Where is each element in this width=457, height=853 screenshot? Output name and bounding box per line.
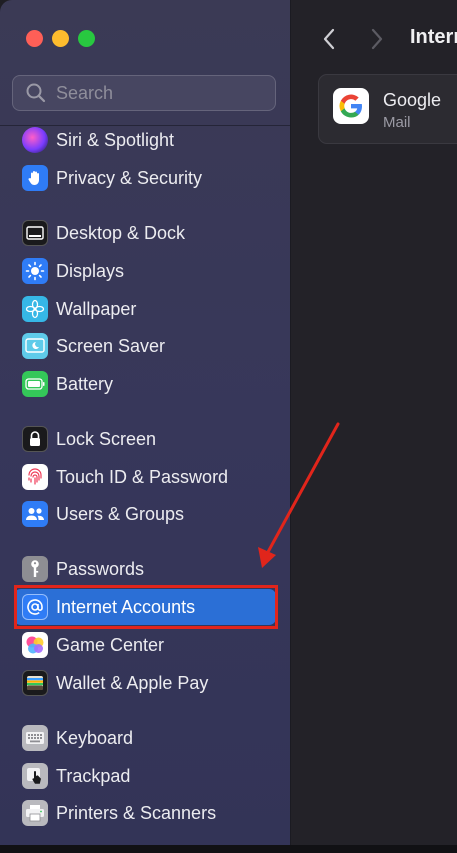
system-settings-window: Siri & Spotlight Privacy & Security Desk…	[0, 0, 457, 845]
sidebar-item-touch-id-password[interactable]: Touch ID & Password	[14, 459, 276, 495]
forward-button[interactable]	[364, 24, 390, 54]
printer-icon	[22, 800, 48, 826]
sidebar-item-label: Printers & Scanners	[56, 802, 217, 823]
sidebar-item-displays[interactable]: Displays	[14, 253, 276, 289]
minimize-window-button[interactable]	[52, 30, 69, 47]
battery-icon	[22, 371, 48, 397]
sidebar-item-battery[interactable]: Battery	[14, 366, 276, 402]
dock-icon	[22, 220, 48, 246]
fingerprint-icon	[22, 464, 48, 490]
bottom-edge	[0, 845, 457, 853]
sidebar-item-game-center[interactable]: Game Center	[14, 627, 276, 663]
trackpad-icon	[22, 763, 48, 789]
window-controls	[26, 30, 95, 47]
flower-icon	[22, 296, 48, 322]
sidebar-item-passwords[interactable]: Passwords	[14, 551, 276, 587]
account-detail: Mail	[383, 114, 411, 131]
account-name: Google	[383, 90, 442, 110]
annotation-highlight-box	[14, 585, 278, 629]
chevron-left-icon	[323, 28, 335, 50]
sidebar: Siri & Spotlight Privacy & Security Desk…	[0, 0, 291, 845]
sidebar-item-wallet-apple-pay[interactable]: Wallet & Apple Pay	[14, 665, 276, 701]
search-input[interactable]	[56, 82, 256, 104]
users-icon	[22, 501, 48, 527]
back-button[interactable]	[316, 24, 342, 54]
lock-icon	[22, 426, 48, 452]
sidebar-item-label: Users & Groups	[56, 503, 185, 524]
hand-icon	[22, 165, 48, 191]
close-window-button[interactable]	[26, 30, 43, 47]
sidebar-item-trackpad[interactable]: Trackpad	[14, 758, 276, 794]
sidebar-item-label: Lock Screen	[56, 428, 157, 449]
screensaver-icon	[22, 333, 48, 359]
sun-icon	[22, 258, 48, 284]
sidebar-item-label: Displays	[56, 260, 125, 281]
sidebar-item-label: Passwords	[56, 558, 145, 579]
search-icon	[26, 83, 46, 103]
sidebar-item-label: Desktop & Dock	[56, 222, 186, 243]
chevron-right-icon	[371, 28, 383, 50]
sidebar-item-label: Siri & Spotlight	[56, 129, 175, 150]
sidebar-item-screen-saver[interactable]: Screen Saver	[14, 328, 276, 364]
sidebar-item-desktop-dock[interactable]: Desktop & Dock	[14, 215, 276, 251]
google-icon	[333, 88, 369, 124]
sidebar-item-label: Keyboard	[56, 727, 134, 748]
sidebar-item-privacy-security[interactable]: Privacy & Security	[14, 160, 276, 196]
page-title: Intern	[410, 26, 457, 48]
sidebar-item-label: Touch ID & Password	[56, 466, 229, 487]
sidebar-item-label: Wallpaper	[56, 298, 137, 319]
sidebar-item-printers-scanners[interactable]: Printers & Scanners	[14, 795, 276, 831]
sidebar-item-label: Trackpad	[56, 765, 131, 786]
siri-icon	[22, 127, 48, 153]
sidebar-item-users-groups[interactable]: Users & Groups	[14, 496, 276, 532]
sidebar-item-label: Screen Saver	[56, 335, 166, 356]
sidebar-item-wallpaper[interactable]: Wallpaper	[14, 291, 276, 327]
key-icon	[22, 556, 48, 582]
sidebar-item-label: Game Center	[56, 634, 165, 655]
sidebar-item-lock-screen[interactable]: Lock Screen	[14, 421, 276, 457]
search-field[interactable]	[12, 75, 276, 111]
zoom-window-button[interactable]	[78, 30, 95, 47]
sidebar-item-siri-spotlight[interactable]: Siri & Spotlight	[14, 122, 276, 158]
sidebar-item-label: Wallet & Apple Pay	[56, 672, 209, 693]
game-center-icon	[22, 632, 48, 658]
account-row-google[interactable]: Google Mail	[318, 74, 457, 144]
keyboard-icon	[22, 725, 48, 751]
sidebar-item-keyboard[interactable]: Keyboard	[14, 720, 276, 756]
wallet-icon	[22, 670, 48, 696]
sidebar-item-label: Battery	[56, 373, 114, 394]
sidebar-item-label: Privacy & Security	[56, 167, 203, 188]
